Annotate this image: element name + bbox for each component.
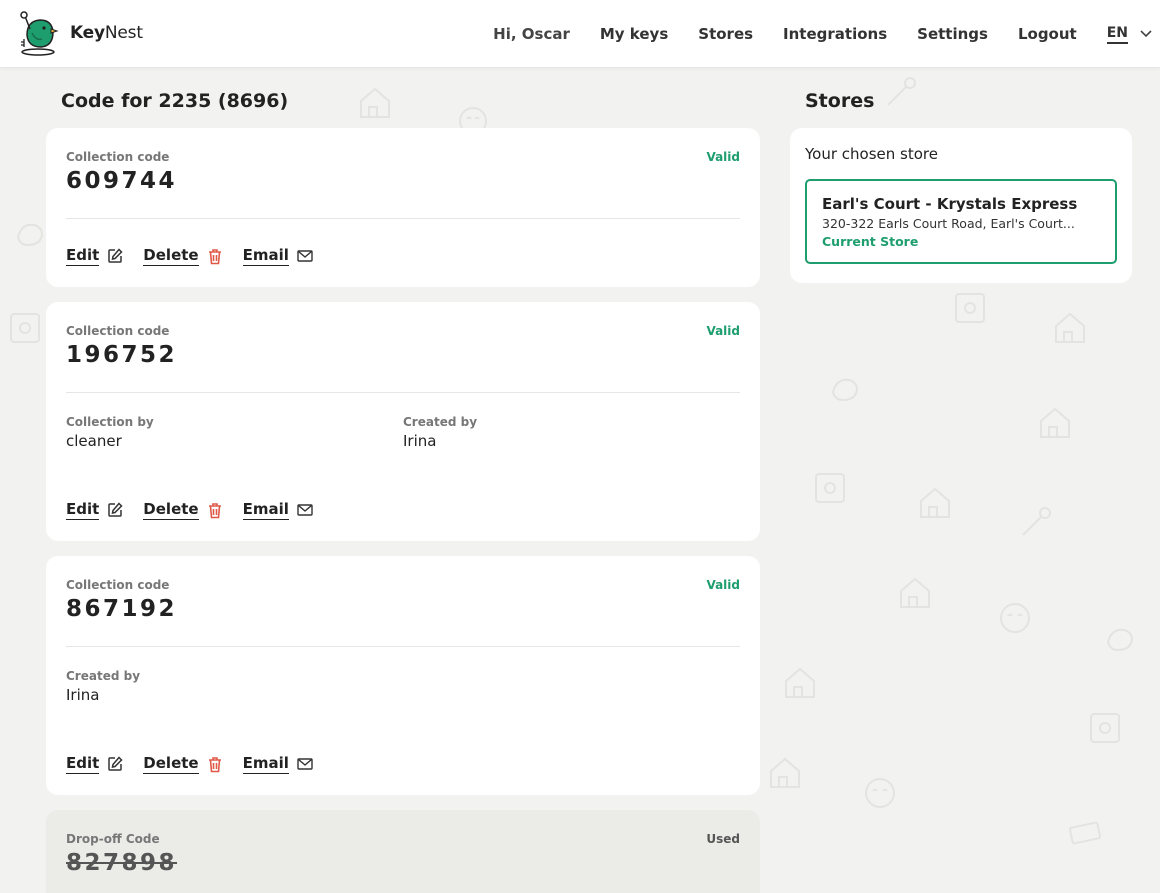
user-greeting[interactable]: Hi, Oscar: [493, 25, 570, 43]
created-by-value: Irina: [403, 432, 437, 450]
created-by-value: Irina: [66, 686, 100, 704]
divider: [66, 646, 740, 647]
delete-button[interactable]: Delete: [143, 246, 199, 266]
key-doodle-icon: [1022, 507, 1051, 536]
card-actions: Edit Delete Email: [66, 246, 333, 266]
collection-by-value: cleaner: [66, 432, 122, 450]
delete-button[interactable]: Delete: [143, 500, 199, 520]
card-actions: Edit Delete Email: [66, 500, 333, 520]
status-badge: Valid: [706, 578, 740, 592]
created-by-label: Created by: [66, 669, 141, 683]
safe-doodle-icon: [10, 313, 40, 343]
code-value: 867192: [66, 596, 178, 622]
nav-logout[interactable]: Logout: [1018, 25, 1077, 43]
language-selector[interactable]: EN: [1106, 25, 1152, 44]
page-title: Code for 2235 (8696): [61, 90, 289, 112]
card-actions: Edit Delete Email: [66, 754, 333, 774]
current-store-badge: Current Store: [822, 234, 919, 249]
created-by-label: Created by: [403, 415, 478, 429]
brand-logo[interactable]: KeyNest: [18, 9, 143, 57]
smiley-doodle-icon: [865, 778, 895, 808]
safe-doodle-icon: [1090, 713, 1120, 743]
email-button[interactable]: Email: [242, 754, 289, 774]
chevron-down-icon: [1140, 28, 1152, 41]
code-value: 196752: [66, 342, 178, 368]
bird-doodle-icon: [831, 378, 859, 402]
edit-button[interactable]: Edit: [66, 754, 100, 774]
edit-icon[interactable]: [107, 502, 123, 518]
nav-integrations[interactable]: Integrations: [783, 25, 887, 43]
house-doodle-icon: [920, 487, 950, 518]
smiley-doodle-icon: [1000, 603, 1030, 633]
stores-title: Stores: [805, 90, 875, 112]
code-card: Collection code Valid 196752 Collection …: [46, 302, 760, 541]
tag-doodle-icon: [1069, 821, 1101, 845]
collection-by-label: Collection by: [66, 415, 154, 429]
edit-button[interactable]: Edit: [66, 246, 100, 266]
email-button[interactable]: Email: [242, 246, 289, 266]
created-by-field: Created by Irina: [66, 669, 418, 704]
edit-button[interactable]: Edit: [66, 500, 100, 520]
top-header: KeyNest Hi, Oscar My keys Stores Integra…: [0, 0, 1160, 68]
trash-icon[interactable]: [207, 248, 223, 265]
status-badge: Used: [706, 832, 740, 846]
code-card: Collection code Valid 609744 Edit Delete…: [46, 128, 760, 287]
house-doodle-icon: [1055, 312, 1085, 343]
store-name: Earl's Court - Krystals Express: [822, 195, 1078, 213]
envelope-icon[interactable]: [297, 758, 313, 770]
code-type-label: Collection code: [66, 578, 170, 592]
status-badge: Valid: [706, 324, 740, 338]
code-details: Created by Irina: [66, 669, 740, 704]
email-button[interactable]: Email: [242, 500, 289, 520]
code-card: Collection code Valid 867192 Created by …: [46, 556, 760, 795]
house-doodle-icon: [1040, 407, 1070, 438]
chosen-store-label: Your chosen store: [805, 145, 938, 163]
code-type-label: Collection code: [66, 150, 170, 164]
status-badge: Valid: [706, 150, 740, 164]
chosen-store-card[interactable]: Earl's Court - Krystals Express 320-322 …: [805, 179, 1117, 264]
divider: [66, 218, 740, 219]
nav-my-keys[interactable]: My keys: [600, 25, 668, 43]
house-doodle-icon: [785, 667, 815, 698]
main-nav: Hi, Oscar My keys Stores Integrations Se…: [493, 0, 1160, 68]
language-label: EN: [1106, 25, 1128, 44]
divider: [66, 392, 740, 393]
code-card-used: Drop-off Code Used 827898: [46, 810, 760, 893]
house-doodle-icon: [770, 757, 800, 788]
edit-icon[interactable]: [107, 248, 123, 264]
key-doodle-icon: [887, 77, 916, 106]
keynest-bird-logo-icon: [20, 11, 59, 56]
safe-doodle-icon: [815, 473, 845, 503]
envelope-icon[interactable]: [297, 250, 313, 262]
house-doodle-icon: [900, 577, 930, 608]
edit-icon[interactable]: [107, 756, 123, 772]
brand-name: KeyNest: [70, 23, 143, 43]
bird-doodle-icon: [1106, 628, 1134, 652]
house-doodle-icon: [360, 87, 390, 118]
code-value: 827898: [66, 850, 178, 876]
stores-panel: Your chosen store Earl's Court - Krystal…: [790, 128, 1132, 283]
code-type-label: Collection code: [66, 324, 170, 338]
store-address: 320-322 Earls Court Road, Earl's Court..…: [822, 216, 1075, 231]
trash-icon[interactable]: [207, 756, 223, 773]
created-by-field: Created by Irina: [403, 415, 740, 450]
bird-doodle-icon: [16, 223, 44, 247]
code-type-label: Drop-off Code: [66, 832, 160, 846]
safe-doodle-icon: [955, 293, 985, 323]
code-details: Collection by cleaner Created by Irina: [66, 415, 740, 450]
collection-by-field: Collection by cleaner: [66, 415, 403, 450]
code-value: 609744: [66, 168, 178, 194]
trash-icon[interactable]: [207, 502, 223, 519]
nav-settings[interactable]: Settings: [917, 25, 988, 43]
nav-stores[interactable]: Stores: [698, 25, 753, 43]
delete-button[interactable]: Delete: [143, 754, 199, 774]
envelope-icon[interactable]: [297, 504, 313, 516]
